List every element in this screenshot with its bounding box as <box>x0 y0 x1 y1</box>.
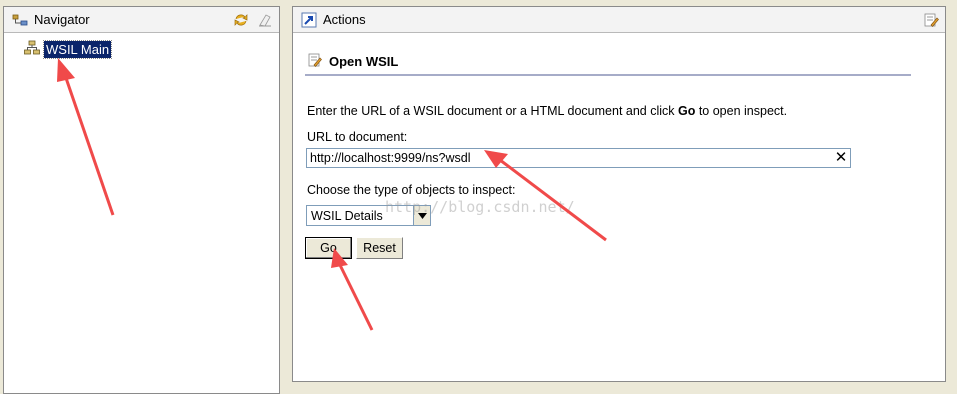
navigator-panel: Navigator WSIL Main <box>3 6 280 394</box>
actions-title: Actions <box>323 12 366 27</box>
clear-url-icon[interactable]: ✕ <box>832 149 850 167</box>
navigator-title: Navigator <box>34 12 90 27</box>
section-title-text: Open WSIL <box>329 54 399 69</box>
sync-icon[interactable] <box>233 12 249 31</box>
url-field[interactable]: ✕ <box>306 148 851 168</box>
clear-icon[interactable] <box>257 12 273 31</box>
open-document-icon <box>307 52 323 71</box>
navigator-icon <box>12 12 28 28</box>
go-button[interactable]: Go <box>305 237 352 259</box>
actions-panel: Actions Open WSIL Enter the URL of a WSI… <box>292 6 946 382</box>
tree-item-wsil-main[interactable]: WSIL Main <box>24 39 113 59</box>
instructions-text: Enter the URL of a WSIL document or a HT… <box>307 104 788 118</box>
url-input[interactable] <box>307 149 832 167</box>
url-label: URL to document: <box>307 130 408 144</box>
watermark-text: http://blog.csdn.net/ <box>385 198 575 216</box>
type-label: Choose the type of objects to inspect: <box>307 183 516 197</box>
navigator-header: Navigator <box>4 7 279 33</box>
section-divider <box>305 74 911 76</box>
section-title: Open WSIL <box>307 52 398 71</box>
actions-icon <box>301 12 317 28</box>
actions-header: Actions <box>293 7 945 33</box>
app-window: Navigator WSIL Main Actions Open WSIL En… <box>0 0 957 394</box>
tree-item-label[interactable]: WSIL Main <box>42 39 113 59</box>
tree-hierarchy-icon <box>24 40 40 59</box>
edit-form-icon[interactable] <box>923 12 939 31</box>
reset-button[interactable]: Reset <box>356 237 403 259</box>
